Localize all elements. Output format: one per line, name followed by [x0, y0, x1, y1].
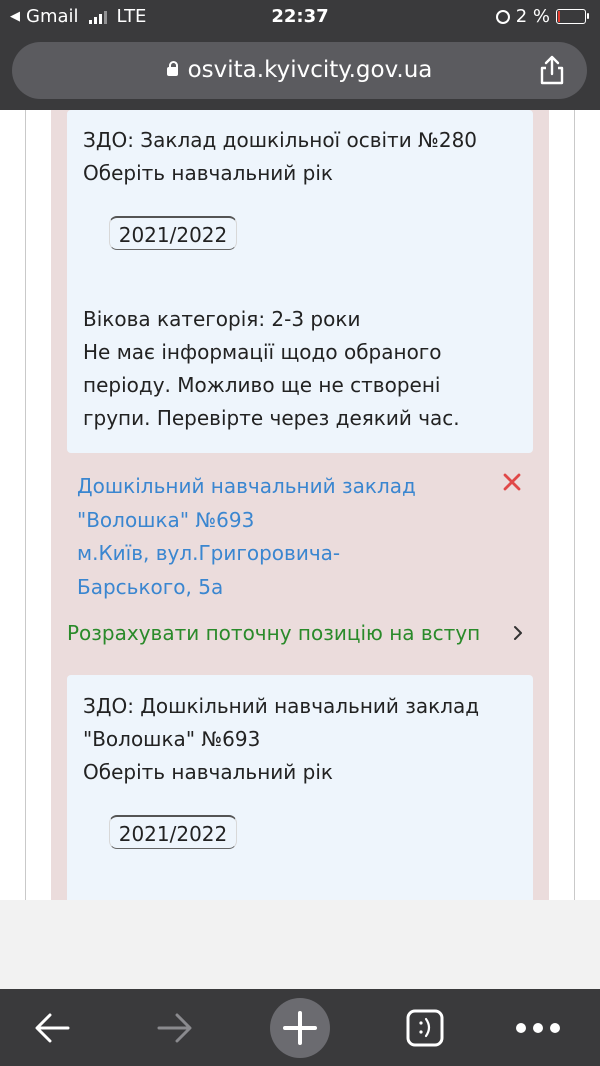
more-icon[interactable]: [515, 1022, 561, 1034]
card1-year-button[interactable]: 2021/2022: [109, 216, 237, 250]
school-link-line[interactable]: Дошкільний навчальний заклад: [77, 470, 457, 504]
url-text[interactable]: osvita.kyivcity.gov.ua: [188, 57, 433, 83]
page-content: ЗДО: Заклад дошкільної освіти №280 Обері…: [0, 110, 600, 900]
school-link-line[interactable]: м.Київ, вул.Григоровича-: [77, 537, 457, 571]
browser-chrome: osvita.kyivcity.gov.ua: [0, 36, 600, 110]
calculate-position-link[interactable]: Розрахувати поточну позицію на вступ: [67, 618, 480, 648]
card2-title-line: "Волошка" №693: [83, 727, 261, 751]
school-693-link[interactable]: Дошкільний навчальний заклад "Волошка" №…: [77, 470, 457, 604]
card2-title-line: ЗДО: Дошкільний навчальний заклад: [83, 694, 480, 718]
school-link-line[interactable]: Барського, 5а: [77, 571, 457, 605]
orientation-lock-icon: [495, 9, 510, 24]
card1-message-line: Не має інформації щодо обраного: [83, 340, 442, 364]
address-bar[interactable]: osvita.kyivcity.gov.ua: [12, 42, 587, 99]
chevron-right-icon[interactable]: [512, 625, 524, 641]
browser-toolbar: [0, 989, 600, 1066]
remove-school-icon[interactable]: [500, 470, 524, 494]
forward-arrow-icon[interactable]: [155, 1011, 195, 1045]
card1-choose-year: Оберіть навчальний рік: [83, 161, 333, 185]
back-arrow-icon[interactable]: [32, 1011, 72, 1045]
school-card-280: ЗДО: Заклад дошкільної освіти №280 Обері…: [67, 110, 533, 453]
card1-message-line: групи. Перевірте через деякий час.: [83, 406, 460, 430]
battery-percent: 2 %: [515, 6, 550, 27]
back-button[interactable]: [22, 989, 82, 1066]
card1-message-line: періоду. Можливо ще не створені: [83, 373, 441, 397]
card2-choose-year: Оберіть навчальний рік: [83, 760, 333, 784]
card2-year-button[interactable]: 2021/2022: [109, 815, 237, 849]
lock-icon: [166, 61, 178, 76]
tabs-icon[interactable]: [405, 1008, 445, 1048]
school-link-line[interactable]: "Волошка" №693: [77, 504, 457, 538]
address-text-row[interactable]: osvita.kyivcity.gov.ua: [12, 57, 587, 83]
battery-icon: [556, 9, 589, 24]
share-icon[interactable]: [537, 54, 567, 86]
more-button[interactable]: [510, 989, 566, 1066]
status-bar: ◀ Gmail LTE 22:37 2 %: [0, 0, 600, 36]
forward-button[interactable]: [145, 989, 205, 1066]
tabs-button[interactable]: [397, 989, 453, 1066]
status-right: 2 %: [495, 6, 589, 27]
school-card-693: ЗДО: Дошкільний навчальний заклад "Волош…: [67, 675, 533, 900]
card1-age-category: Вікова категорія: 2-3 роки: [83, 307, 361, 331]
new-tab-button[interactable]: [268, 989, 332, 1066]
card1-title: ЗДО: Заклад дошкільної освіти №280: [83, 128, 478, 152]
new-tab-plus-icon[interactable]: [269, 997, 331, 1059]
